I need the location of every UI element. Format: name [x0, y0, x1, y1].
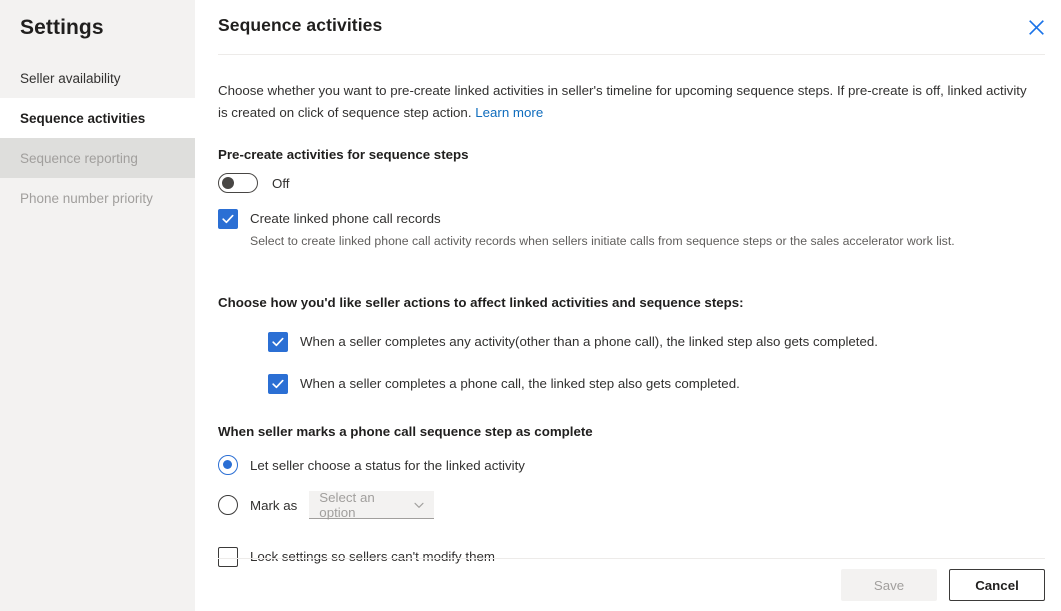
mark-as-dropdown[interactable]: Select an option: [309, 491, 434, 519]
sidebar-nav: Seller availability Sequence activities …: [0, 58, 195, 218]
intro-paragraph: Choose whether you want to pre-create li…: [218, 55, 1030, 124]
close-icon: [1029, 20, 1044, 35]
seller-action-phone-call-checkbox[interactable]: [268, 374, 288, 394]
panel-body: Choose whether you want to pre-create li…: [195, 55, 1061, 567]
sidebar-item-label: Phone number priority: [20, 191, 153, 206]
seller-action-option-label: When a seller completes any activity(oth…: [300, 332, 878, 352]
dialog-footer: Save Cancel: [195, 559, 1061, 611]
save-button[interactable]: Save: [841, 569, 937, 601]
linked-call-records-row: Create linked phone call records: [218, 209, 1038, 229]
radio-mark-as[interactable]: [218, 495, 238, 515]
learn-more-link[interactable]: Learn more: [475, 105, 543, 120]
seller-action-option-row: When a seller completes a phone call, th…: [268, 374, 1038, 394]
toggle-knob: [222, 177, 234, 189]
settings-dialog: Settings Seller availability Sequence ac…: [0, 0, 1061, 611]
mark-complete-option-row: Mark as Select an option: [218, 491, 1038, 519]
sidebar-item-sequence-reporting[interactable]: Sequence reporting: [0, 138, 195, 178]
settings-panel: Sequence activities Choose whether you w…: [195, 0, 1061, 611]
panel-header: Sequence activities: [195, 0, 1061, 55]
sidebar-item-sequence-activities[interactable]: Sequence activities: [0, 98, 195, 138]
mark-complete-heading: When seller marks a phone call sequence …: [218, 424, 1038, 439]
radio-let-seller-choose[interactable]: [218, 455, 238, 475]
sidebar-item-seller-availability[interactable]: Seller availability: [0, 58, 195, 98]
sidebar-item-label: Sequence reporting: [20, 151, 138, 166]
sidebar-title: Settings: [0, 0, 195, 42]
precreate-toggle-state: Off: [272, 176, 290, 191]
precreate-toggle-row: Off: [218, 173, 1038, 193]
page-title: Sequence activities: [218, 15, 382, 36]
linked-call-records-label: Create linked phone call records: [250, 209, 441, 229]
close-button[interactable]: [1018, 10, 1054, 44]
mark-as-dropdown-placeholder: Select an option: [319, 490, 413, 520]
sidebar-item-phone-number-priority[interactable]: Phone number priority: [0, 178, 195, 218]
seller-action-any-activity-checkbox[interactable]: [268, 332, 288, 352]
settings-sidebar: Settings Seller availability Sequence ac…: [0, 0, 195, 611]
sidebar-item-label: Sequence activities: [20, 111, 145, 126]
seller-action-option-row: When a seller completes any activity(oth…: [268, 332, 1038, 352]
mark-complete-option-label: Mark as: [250, 498, 297, 513]
mark-complete-option-label: Let seller choose a status for the linke…: [250, 458, 525, 473]
seller-action-option-label: When a seller completes a phone call, th…: [300, 374, 740, 394]
chevron-down-icon: [413, 499, 425, 511]
seller-actions-heading: Choose how you'd like seller actions to …: [218, 295, 1038, 310]
linked-call-records-checkbox[interactable]: [218, 209, 238, 229]
cancel-button[interactable]: Cancel: [949, 569, 1045, 601]
linked-call-records-description: Select to create linked phone call activ…: [250, 232, 1038, 250]
precreate-label: Pre-create activities for sequence steps: [218, 147, 1038, 162]
intro-text: Choose whether you want to pre-create li…: [218, 83, 1027, 120]
precreate-toggle[interactable]: [218, 173, 258, 193]
mark-complete-option-row: Let seller choose a status for the linke…: [218, 455, 1038, 475]
sidebar-item-label: Seller availability: [20, 71, 121, 86]
